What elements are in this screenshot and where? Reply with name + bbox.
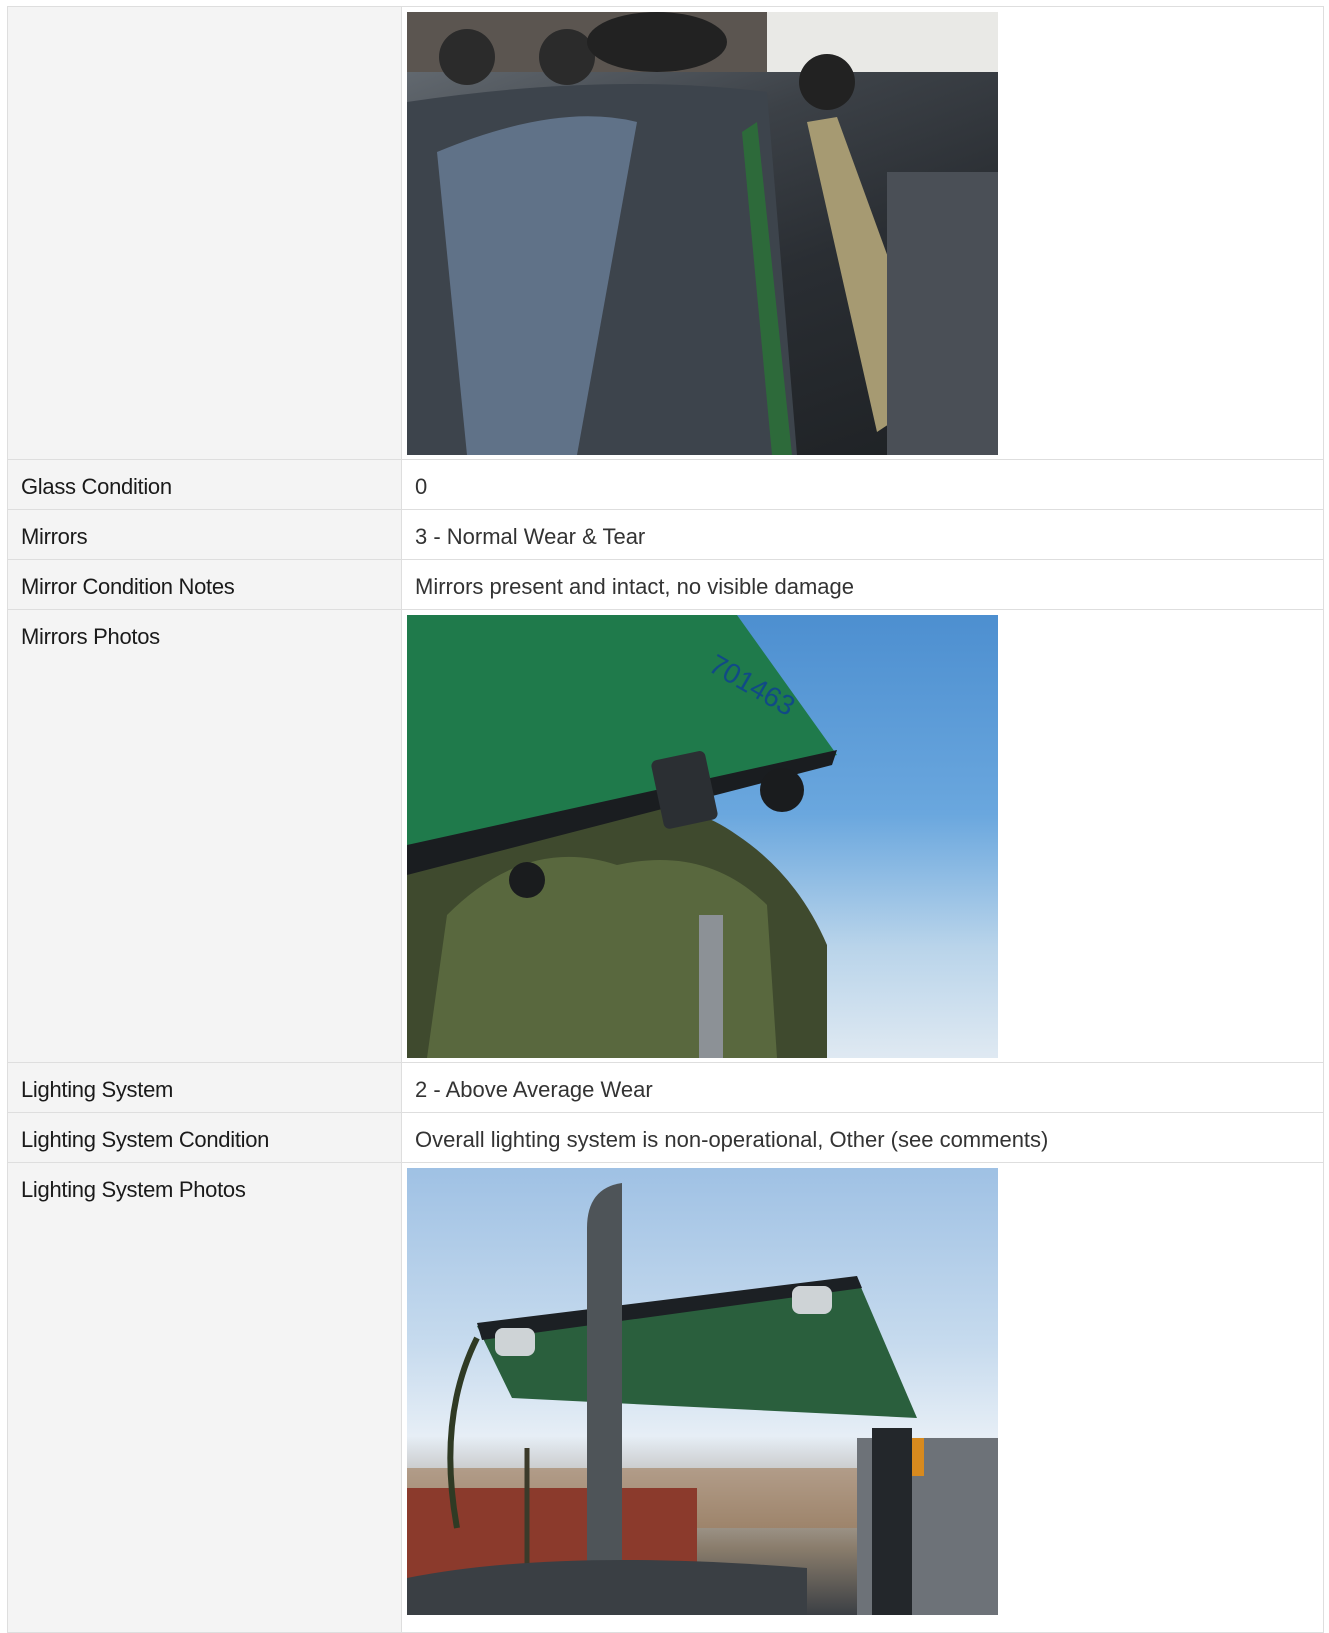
row-value: 2 - Above Average Wear	[401, 1062, 1324, 1113]
table-row	[7, 6, 1324, 460]
row-label: Mirrors Photos	[7, 609, 402, 1063]
table-row: Mirrors 3 - Normal Wear & Tear	[7, 509, 1324, 560]
row-value: 3 - Normal Wear & Tear	[401, 509, 1324, 560]
row-label: Mirror Condition Notes	[7, 559, 402, 610]
photo-cell	[401, 1162, 1324, 1633]
row-label: Mirrors	[7, 509, 402, 560]
row-label: Lighting System	[7, 1062, 402, 1113]
exterior-damage-photo[interactable]	[407, 12, 998, 455]
table-row: Glass Condition 0	[7, 459, 1324, 510]
mirrors-photo[interactable]: 701463	[407, 615, 998, 1058]
photo-cell	[401, 6, 1324, 460]
row-value: Overall lighting system is non-operation…	[401, 1112, 1324, 1163]
row-label: Glass Condition	[7, 459, 402, 510]
inspection-report-table: Glass Condition 0 Mirrors 3 - Normal Wea…	[7, 6, 1324, 1633]
table-row: Lighting System Condition Overall lighti…	[7, 1112, 1324, 1163]
row-label: Lighting System Photos	[7, 1162, 402, 1633]
photo-cell: 701463	[401, 609, 1324, 1063]
lighting-system-photo[interactable]	[407, 1168, 998, 1615]
table-row: Lighting System 2 - Above Average Wear	[7, 1062, 1324, 1113]
row-label: Lighting System Condition	[7, 1112, 402, 1163]
table-row: Mirrors Photos 701463	[7, 609, 1324, 1063]
row-value: 0	[401, 459, 1324, 510]
table-row: Mirror Condition Notes Mirrors present a…	[7, 559, 1324, 610]
table-row: Lighting System Photos	[7, 1162, 1324, 1633]
row-label	[7, 6, 402, 460]
row-value: Mirrors present and intact, no visible d…	[401, 559, 1324, 610]
